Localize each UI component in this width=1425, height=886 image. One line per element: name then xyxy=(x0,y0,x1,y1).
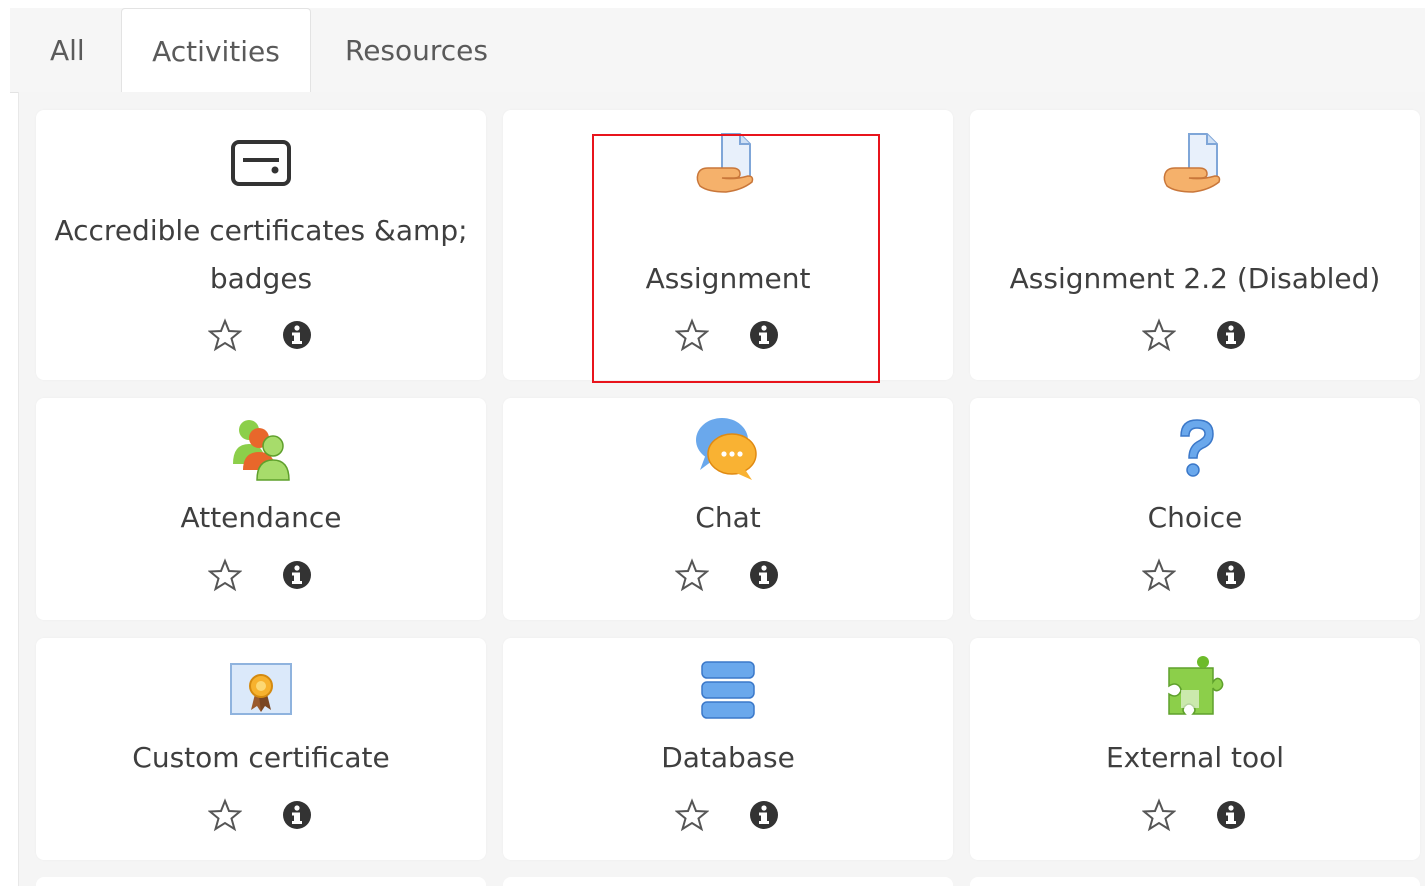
info-icon[interactable] xyxy=(280,318,314,352)
info-icon[interactable] xyxy=(280,798,314,832)
module-card-database[interactable]: Database xyxy=(503,638,953,860)
info-icon[interactable] xyxy=(747,558,781,592)
info-icon[interactable] xyxy=(1214,558,1248,592)
info-icon[interactable] xyxy=(280,558,314,592)
tab-all[interactable]: All xyxy=(50,8,85,91)
star-icon[interactable] xyxy=(675,558,709,592)
info-icon[interactable] xyxy=(747,318,781,352)
chat-icon xyxy=(696,418,757,480)
tab-activities[interactable]: Activities xyxy=(121,8,311,94)
info-icon[interactable] xyxy=(1214,318,1248,352)
star-icon[interactable] xyxy=(208,558,242,592)
custom-certificate-icon xyxy=(230,663,292,715)
module-name: Database xyxy=(661,741,795,774)
tab-bar: All Activities Resources xyxy=(10,8,1425,94)
star-icon[interactable] xyxy=(208,318,242,352)
external-tool-icon xyxy=(1168,656,1224,715)
module-card-partial xyxy=(36,877,486,886)
assignment-icon xyxy=(696,133,754,193)
module-name: External tool xyxy=(1105,741,1285,774)
module-name: Chat xyxy=(695,501,761,534)
module-card-partial xyxy=(503,877,953,886)
module-name: Choice xyxy=(1147,501,1243,534)
module-card-external-tool[interactable]: External tool xyxy=(970,638,1420,860)
module-card-accredible[interactable]: Accredible certificates &amp; badges xyxy=(36,110,486,380)
module-name: Accredible certificates &amp; badges xyxy=(54,214,468,295)
module-card-assignment[interactable]: Assignment xyxy=(503,110,953,380)
star-icon[interactable] xyxy=(208,798,242,832)
assignment-icon xyxy=(1163,133,1221,193)
module-name: Assignment 2.2 (Disabled) xyxy=(1009,262,1381,295)
module-name: Attendance xyxy=(180,501,342,534)
info-icon[interactable] xyxy=(1214,798,1248,832)
tab-resources[interactable]: Resources xyxy=(345,8,488,91)
module-card-chat[interactable]: Chat xyxy=(503,398,953,620)
module-card-attendance[interactable]: Attendance xyxy=(36,398,486,620)
info-icon[interactable] xyxy=(747,798,781,832)
module-name: Custom certificate xyxy=(132,741,390,774)
module-card-custom-certificate[interactable]: Custom certificate xyxy=(36,638,486,860)
certificate-card-icon xyxy=(231,140,291,186)
star-icon[interactable] xyxy=(1142,558,1176,592)
module-card-assignment-2-2[interactable]: Assignment 2.2 (Disabled) xyxy=(970,110,1420,380)
star-icon[interactable] xyxy=(675,798,709,832)
attendance-icon xyxy=(233,420,290,481)
module-name: Assignment xyxy=(645,262,811,295)
module-card-choice[interactable]: Choice xyxy=(970,398,1420,620)
star-icon[interactable] xyxy=(675,318,709,352)
module-card-partial xyxy=(970,877,1420,886)
database-icon xyxy=(701,661,755,719)
choice-icon xyxy=(1180,419,1214,477)
star-icon[interactable] xyxy=(1142,798,1176,832)
star-icon[interactable] xyxy=(1142,318,1176,352)
